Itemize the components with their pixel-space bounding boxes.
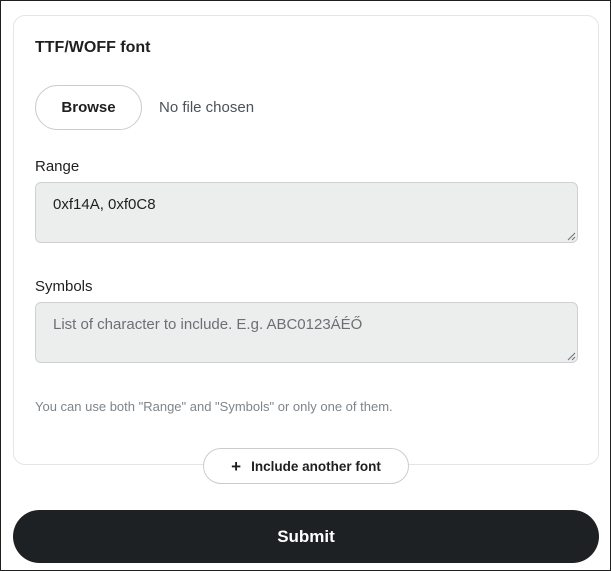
font-card: TTF/WOFF font Browse No file chosen Rang… — [13, 15, 599, 465]
resize-grip-icon[interactable] — [567, 352, 576, 361]
browse-button[interactable]: Browse — [35, 85, 142, 130]
include-another-font-button[interactable]: + Include another font — [203, 448, 409, 484]
plus-icon: + — [231, 456, 242, 476]
file-status-text: No file chosen — [159, 99, 255, 116]
range-label: Range — [35, 158, 80, 175]
resize-grip-icon[interactable] — [567, 232, 576, 241]
font-card-title: TTF/WOFF font — [35, 39, 151, 56]
include-another-font-label: Include another font — [251, 458, 381, 474]
range-symbols-hint: You can use both "Range" and "Symbols" o… — [35, 399, 393, 414]
page-frame: TTF/WOFF font Browse No file chosen Rang… — [0, 0, 611, 571]
submit-button[interactable]: Submit — [13, 510, 599, 563]
range-input[interactable]: 0xf14A, 0xf0C8 — [35, 182, 578, 243]
symbols-input[interactable] — [35, 302, 578, 363]
symbols-label: Symbols — [35, 278, 93, 295]
